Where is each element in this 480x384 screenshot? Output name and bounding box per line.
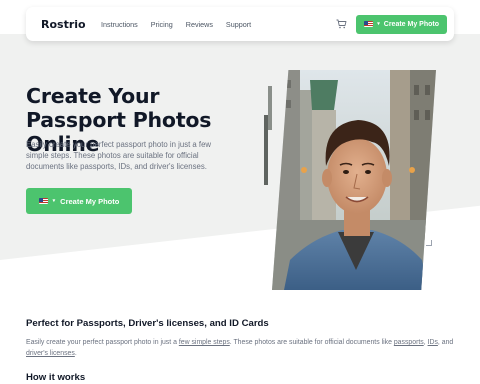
logo[interactable]: Rostrio (41, 18, 101, 31)
nav-link-reviews[interactable]: Reviews (186, 20, 213, 29)
link-passports[interactable]: passports (394, 339, 424, 346)
chevron-down-icon: ▾ (377, 20, 380, 27)
nav-links: Instructions Pricing Reviews Support (101, 20, 251, 29)
us-flag-icon (38, 198, 48, 204)
us-flag-icon (364, 21, 374, 27)
nav-right: ▾ Create My Photo (335, 14, 454, 34)
chevron-down-icon: ▾ (52, 197, 56, 204)
navbar: Rostrio Instructions Pricing Reviews Sup… (26, 7, 454, 41)
link-drivers-licenses[interactable]: driver's licenses (26, 350, 75, 357)
nav-create-photo-button[interactable]: ▾ Create My Photo (356, 14, 447, 34)
hero-photo (262, 70, 438, 290)
body-text: . (74, 349, 77, 357)
photo-strip (268, 86, 272, 130)
section-title: Perfect for Passports, Driver's licenses… (26, 318, 269, 329)
cart-icon[interactable] (335, 18, 347, 30)
body-text: , and (437, 339, 454, 346)
body-text: Easily create your perfect passport phot… (26, 339, 179, 346)
nav-cta-label: Create My Photo (383, 20, 439, 28)
portrait-image (272, 70, 436, 290)
section-body: Easily create your perfect passport phot… (26, 338, 456, 359)
photo-corner-icon (426, 240, 432, 246)
nav-link-pricing[interactable]: Pricing (151, 20, 173, 29)
hero-subtitle: Easily create your perfect passport phot… (26, 140, 212, 171)
nav-link-support[interactable]: Support (226, 20, 251, 29)
nav-link-instructions[interactable]: Instructions (101, 20, 138, 29)
hero-create-photo-button[interactable]: ▾ Create My Photo (26, 188, 132, 214)
hero-cta-label: Create My Photo (60, 196, 120, 206)
how-it-works-title: How it works (26, 372, 86, 383)
photo-strip (264, 115, 268, 185)
body-text: . These photos are suitable for official… (229, 339, 394, 346)
link-ids[interactable]: IDs (428, 339, 438, 346)
link-few-simple-steps[interactable]: few simple steps (179, 339, 230, 346)
